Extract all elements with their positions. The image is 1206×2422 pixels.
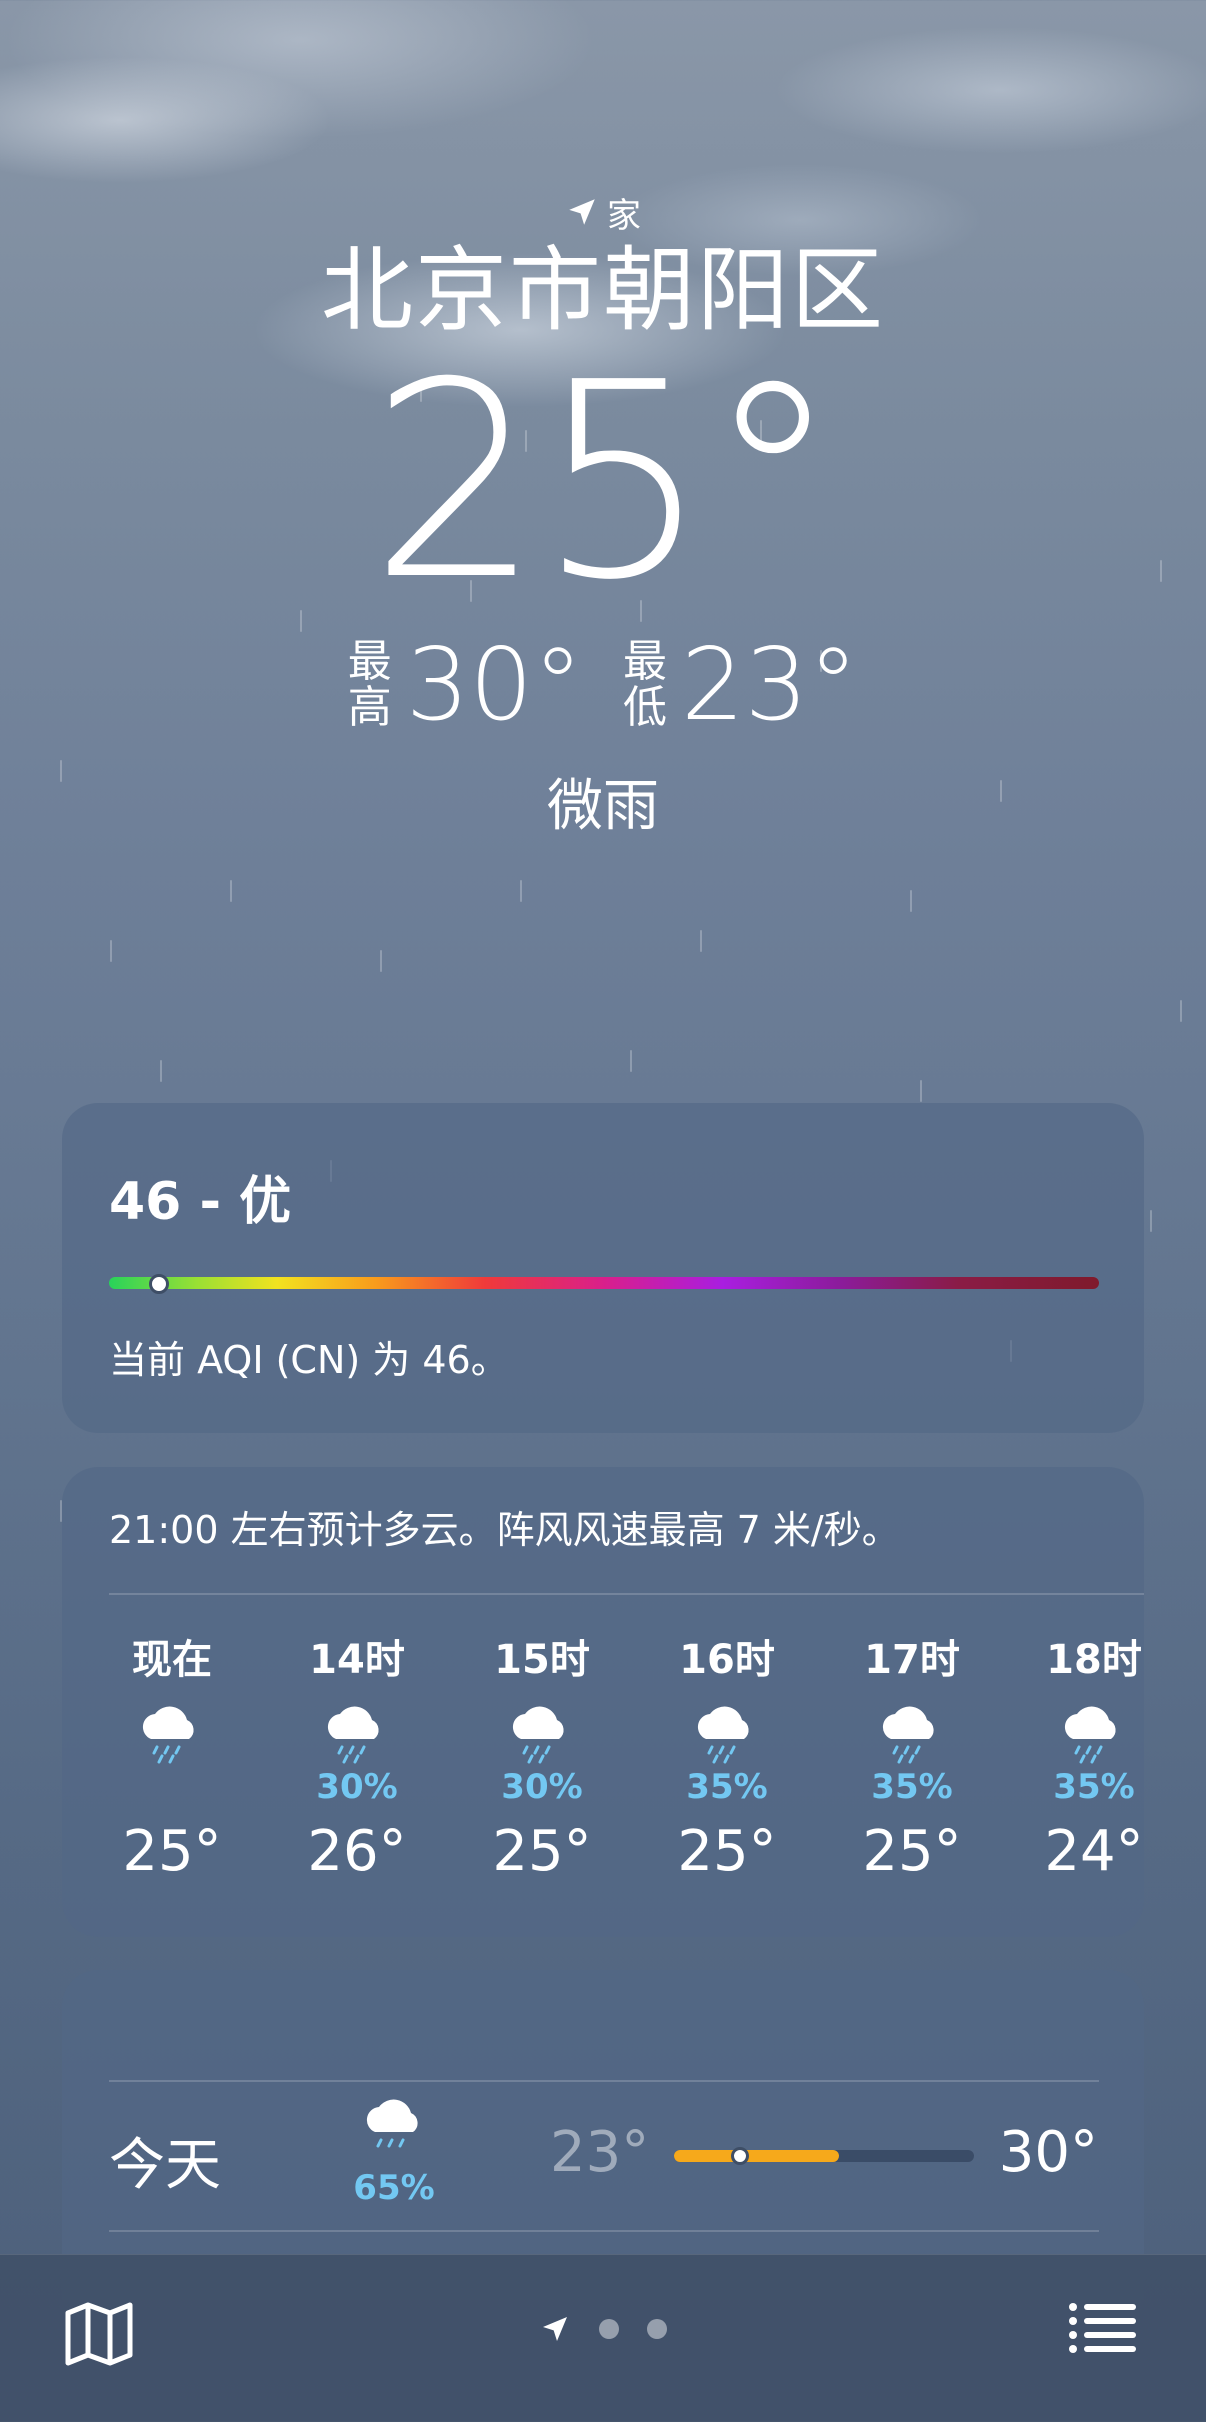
hour-precip-chance: 35% <box>1053 1767 1135 1807</box>
hour-time: 16时 <box>679 1637 775 1683</box>
weather-condition: 微雨 <box>547 774 659 839</box>
hourly-summary: 21:00 左右预计多云。阵风风速最高 7 米/秒。 <box>109 1508 900 1552</box>
hour-time: 现在 <box>132 1637 212 1683</box>
rain-drop <box>380 950 382 972</box>
rain-drop <box>1180 1000 1182 1022</box>
aqi-description: 当前 AQI (CN) 为 46。 <box>109 1338 509 1382</box>
daily-precip-chance: 65% <box>353 2168 435 2208</box>
location-tag: 家 <box>0 190 1206 236</box>
hour-time: 15时 <box>494 1637 590 1683</box>
hour-time: 14时 <box>309 1637 405 1683</box>
high-label-char-1: 最 <box>347 635 392 687</box>
daily-high-temp: 30° <box>998 2120 1098 2185</box>
page-dot[interactable] <box>647 2319 667 2339</box>
hourly-item: 17时 35% 25° <box>842 1627 982 1884</box>
rain-cloud-icon <box>472 1703 612 1767</box>
rain-drop <box>1150 1210 1152 1232</box>
page-indicator[interactable] <box>0 2313 1206 2345</box>
hour-time: 18时 <box>1046 1637 1142 1683</box>
aqi-indicator-dot <box>149 1274 169 1294</box>
high-label: 最 高 <box>347 635 392 733</box>
hour-precip-chance: 35% <box>686 1767 768 1807</box>
hour-temperature: 25° <box>677 1819 777 1884</box>
rain-cloud-icon <box>657 1703 797 1767</box>
rain-drop <box>230 880 232 902</box>
hour-time: 17时 <box>864 1637 960 1683</box>
low-label: 最 低 <box>623 635 667 733</box>
rain-cloud-icon <box>842 1703 982 1767</box>
hour-temperature: 25° <box>862 1819 962 1884</box>
hour-temperature: 26° <box>307 1819 407 1884</box>
daily-temp-range-fill <box>674 2150 839 2162</box>
hourly-item: 16时 35% 25° <box>657 1627 797 1884</box>
current-temp-dot <box>731 2147 749 2165</box>
hour-precip-chance: 30% <box>316 1767 398 1807</box>
rain-cloud-icon <box>287 1703 427 1767</box>
high-low-temperature: 最 高 30° 最 低 23° <box>0 626 1206 743</box>
page-dot[interactable] <box>599 2319 619 2339</box>
rain-drop <box>630 1050 632 1072</box>
bottom-toolbar <box>0 2254 1206 2422</box>
rain-cloud-icon <box>102 1703 242 1767</box>
rain-drop <box>920 1080 922 1102</box>
aqi-title: 46 - 优 <box>109 1172 292 1232</box>
hourly-item: 18时 35% 24° <box>1024 1627 1164 1884</box>
low-label-char-2: 低 <box>623 681 667 733</box>
low-label-char-1: 最 <box>623 635 667 687</box>
hourly-forecast-card[interactable]: 21:00 左右预计多云。阵风风速最高 7 米/秒。 现在 25° 14时 30% 26… <box>62 1467 1144 1937</box>
low-temperature: 23° <box>681 626 859 743</box>
high-temperature: 30° <box>405 626 583 743</box>
current-weather-header: 家 北京市朝阳区 25° 最 高 30° 最 低 23° 微雨 <box>0 190 1206 842</box>
current-temperature: 25° <box>369 324 841 639</box>
hour-precip-chance: 35% <box>871 1767 953 1807</box>
hourly-item: 现在 25° <box>102 1627 242 1884</box>
rain-drop <box>910 890 912 912</box>
hour-temperature: 25° <box>122 1819 222 1884</box>
rain-drop <box>700 930 702 952</box>
divider <box>109 2080 1099 2082</box>
rain-drop <box>160 1060 162 1082</box>
hour-precip-chance: 30% <box>501 1767 583 1807</box>
daily-forecast-card[interactable]: 今天 65% 23° 30° <box>62 1970 1144 2300</box>
aqi-scale-bar <box>109 1277 1099 1289</box>
location-arrow-icon[interactable] <box>539 2313 571 2345</box>
location-tag-label: 家 <box>607 195 641 236</box>
hour-precip-chance <box>102 1767 242 1805</box>
daily-day-name: 今天 <box>109 2133 221 2198</box>
daily-low-temp: 23° <box>550 2120 650 2185</box>
list-icon[interactable] <box>1068 2301 1136 2359</box>
rain-drop <box>520 880 522 902</box>
high-label-char-2: 高 <box>347 681 392 733</box>
divider <box>109 1593 1144 1595</box>
rain-cloud-icon <box>1024 1703 1164 1767</box>
hourly-item: 14时 30% 26° <box>287 1627 427 1884</box>
rain-cloud-icon <box>349 2098 439 2166</box>
location-arrow-icon <box>569 199 595 225</box>
air-quality-card[interactable]: 46 - 优 当前 AQI (CN) 为 46。 <box>62 1103 1144 1433</box>
hour-temperature: 24° <box>1044 1819 1144 1884</box>
divider <box>109 2230 1099 2232</box>
daily-temp-range-bar <box>674 2147 974 2165</box>
hourly-item: 15时 30% 25° <box>472 1627 612 1884</box>
rain-drop <box>110 940 112 962</box>
hour-temperature: 25° <box>492 1819 592 1884</box>
